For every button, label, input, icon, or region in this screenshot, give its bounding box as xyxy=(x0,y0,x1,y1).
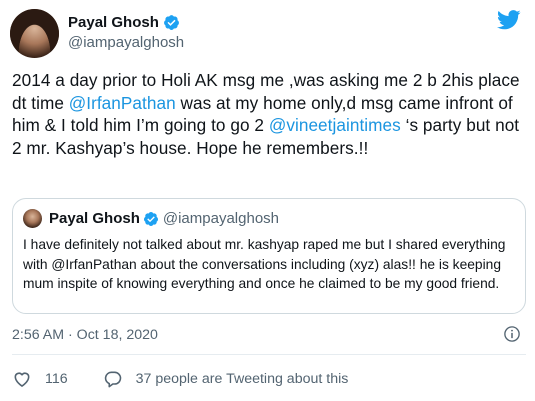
quoted-tweet[interactable]: Payal Ghosh @iampayalghosh I have defini… xyxy=(12,198,526,314)
tweet-actions: 116 37 people are Tweeting about this xyxy=(12,367,348,391)
author-name[interactable]: Payal Ghosh xyxy=(68,14,159,31)
quoted-tweet-text: I have definitely not talked about mr. k… xyxy=(23,237,506,292)
tweet-timestamp[interactable]: 2:56 AM · Oct 18, 2020 xyxy=(12,327,158,343)
quoted-author-avatar xyxy=(23,209,42,228)
twitter-bird-icon[interactable] xyxy=(497,10,521,30)
conversation-count: 37 people are Tweeting about this xyxy=(135,371,349,387)
author-handle[interactable]: @iampayalghosh xyxy=(68,34,184,51)
like-count: 116 xyxy=(45,371,68,387)
quoted-author-name: Payal Ghosh xyxy=(49,210,140,227)
author-name-row[interactable]: Payal Ghosh xyxy=(68,14,180,31)
mention-link[interactable]: @vineetjaintimes xyxy=(269,115,401,135)
tweet-text: 2014 a day prior to Holi AK msg me ,was … xyxy=(12,69,528,159)
mention-link[interactable]: @IrfanPathan xyxy=(69,93,176,113)
verified-badge-icon xyxy=(143,211,158,226)
author-avatar[interactable] xyxy=(10,9,59,58)
verified-badge-icon xyxy=(163,15,179,30)
like-button[interactable]: 116 xyxy=(12,369,68,389)
conversation-button[interactable]: 37 people are Tweeting about this xyxy=(103,369,349,389)
info-icon[interactable] xyxy=(503,325,521,343)
quoted-author-row: Payal Ghosh @iampayalghosh xyxy=(49,210,279,227)
speech-bubble-icon xyxy=(104,371,121,388)
divider xyxy=(12,354,526,355)
heart-icon xyxy=(14,372,30,387)
tweet-card: Payal Ghosh @iampayalghosh 2014 a day pr… xyxy=(0,0,535,401)
quoted-author-handle: @iampayalghosh xyxy=(162,210,280,227)
